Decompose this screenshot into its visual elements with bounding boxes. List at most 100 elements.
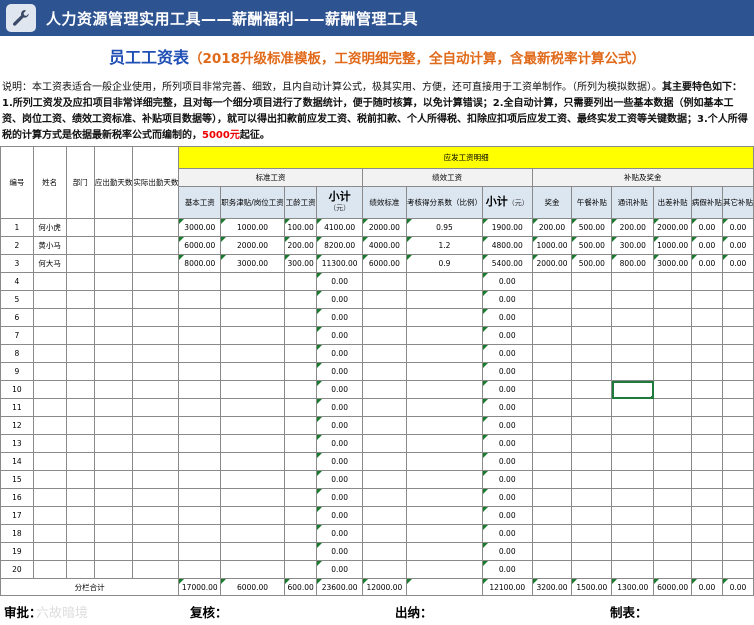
base-cell[interactable] <box>178 362 222 381</box>
bonus-cell[interactable] <box>531 542 573 561</box>
other-cell[interactable] <box>721 506 754 525</box>
post-cell[interactable] <box>220 272 285 291</box>
sick-cell[interactable] <box>690 524 723 543</box>
due-days-cell[interactable] <box>93 488 134 507</box>
due-days-cell[interactable] <box>93 290 134 309</box>
base-cell[interactable]: 8000.00 <box>178 254 222 273</box>
bonus-cell[interactable] <box>531 560 573 579</box>
row-number-cell[interactable]: 11 <box>0 398 34 417</box>
perf-sub-cell[interactable]: 1900.00 <box>481 218 533 237</box>
travel-cell[interactable] <box>653 416 692 435</box>
actual-days-cell[interactable] <box>132 416 180 435</box>
perf-std-cell[interactable] <box>361 488 407 507</box>
travel-cell[interactable] <box>653 398 692 417</box>
post-cell[interactable]: 2000.00 <box>220 236 285 255</box>
bonus-cell[interactable]: 1000.00 <box>531 236 573 255</box>
seniority-cell[interactable] <box>283 272 318 291</box>
std-sub-cell[interactable]: 0.00 <box>316 416 363 435</box>
comm-cell[interactable] <box>611 470 655 489</box>
sick-cell[interactable] <box>690 416 723 435</box>
total-cell[interactable]: 17000.00 <box>178 578 222 596</box>
other-cell[interactable] <box>721 452 754 471</box>
bonus-cell[interactable] <box>531 470 573 489</box>
travel-cell[interactable] <box>653 506 692 525</box>
seniority-cell[interactable] <box>283 362 318 381</box>
post-cell[interactable] <box>220 362 285 381</box>
perf-sub-cell[interactable]: 0.00 <box>481 398 533 417</box>
row-number-cell[interactable]: 8 <box>0 344 34 363</box>
sick-cell[interactable] <box>690 488 723 507</box>
perf-std-cell[interactable] <box>361 560 407 579</box>
bonus-cell[interactable] <box>531 290 573 309</box>
sick-cell[interactable] <box>690 560 723 579</box>
comm-cell[interactable] <box>611 326 655 345</box>
coef-cell[interactable] <box>405 416 483 435</box>
total-cell[interactable]: 6000.00 <box>653 578 692 596</box>
std-sub-cell[interactable]: 11300.00 <box>316 254 363 273</box>
other-cell[interactable] <box>721 470 754 489</box>
coef-cell[interactable] <box>405 272 483 291</box>
other-cell[interactable] <box>721 416 754 435</box>
total-cell[interactable]: 12000.00 <box>361 578 407 596</box>
coef-cell[interactable] <box>405 344 483 363</box>
perf-sub-cell[interactable]: 0.00 <box>481 326 533 345</box>
other-cell[interactable]: 0.00 <box>721 254 754 273</box>
base-cell[interactable] <box>178 452 222 471</box>
total-cell[interactable]: 6000.00 <box>220 578 285 596</box>
seniority-cell[interactable]: 300.00 <box>283 254 318 273</box>
other-cell[interactable]: 0.00 <box>721 218 754 237</box>
row-number-cell[interactable]: 5 <box>0 290 34 309</box>
department-cell[interactable] <box>65 308 95 327</box>
sick-cell[interactable] <box>690 506 723 525</box>
employee-name-cell[interactable]: 何小虎 <box>32 218 67 237</box>
std-sub-cell[interactable]: 0.00 <box>316 272 363 291</box>
coef-cell[interactable]: 0.95 <box>405 218 483 237</box>
travel-cell[interactable] <box>653 542 692 561</box>
lunch-cell[interactable] <box>571 506 613 525</box>
perf-std-cell[interactable]: 2000.00 <box>361 218 407 237</box>
due-days-cell[interactable] <box>93 308 134 327</box>
post-cell[interactable] <box>220 470 285 489</box>
perf-sub-cell[interactable]: 0.00 <box>481 416 533 435</box>
post-cell[interactable] <box>220 542 285 561</box>
coef-cell[interactable] <box>405 380 483 399</box>
row-number-cell[interactable]: 16 <box>0 488 34 507</box>
seniority-cell[interactable] <box>283 290 318 309</box>
perf-sub-cell[interactable]: 5400.00 <box>481 254 533 273</box>
std-sub-cell[interactable]: 0.00 <box>316 452 363 471</box>
comm-cell[interactable] <box>611 524 655 543</box>
lunch-cell[interactable]: 500.00 <box>571 254 613 273</box>
travel-cell[interactable] <box>653 434 692 453</box>
perf-sub-cell[interactable]: 0.00 <box>481 434 533 453</box>
perf-sub-cell[interactable]: 0.00 <box>481 542 533 561</box>
due-days-cell[interactable] <box>93 218 134 237</box>
other-cell[interactable] <box>721 308 754 327</box>
total-cell[interactable]: 1500.00 <box>571 578 613 596</box>
sick-cell[interactable] <box>690 344 723 363</box>
std-sub-cell[interactable]: 0.00 <box>316 434 363 453</box>
travel-cell[interactable] <box>653 488 692 507</box>
actual-days-cell[interactable] <box>132 398 180 417</box>
std-sub-cell[interactable]: 0.00 <box>316 506 363 525</box>
lunch-cell[interactable] <box>571 524 613 543</box>
comm-cell[interactable] <box>611 434 655 453</box>
department-cell[interactable] <box>65 236 95 255</box>
std-sub-cell[interactable]: 0.00 <box>316 344 363 363</box>
sick-cell[interactable]: 0.00 <box>690 236 723 255</box>
actual-days-cell[interactable] <box>132 344 180 363</box>
perf-std-cell[interactable]: 4000.00 <box>361 236 407 255</box>
department-cell[interactable] <box>65 488 95 507</box>
employee-name-cell[interactable] <box>32 506 67 525</box>
perf-std-cell[interactable] <box>361 416 407 435</box>
employee-name-cell[interactable] <box>32 452 67 471</box>
department-cell[interactable] <box>65 380 95 399</box>
base-cell[interactable] <box>178 326 222 345</box>
perf-sub-cell[interactable]: 0.00 <box>481 470 533 489</box>
employee-name-cell[interactable]: 何大马 <box>32 254 67 273</box>
base-cell[interactable] <box>178 560 222 579</box>
bonus-cell[interactable]: 2000.00 <box>531 254 573 273</box>
base-cell[interactable] <box>178 470 222 489</box>
total-cell[interactable]: 23600.00 <box>316 578 363 596</box>
bonus-cell[interactable] <box>531 398 573 417</box>
base-cell[interactable] <box>178 398 222 417</box>
